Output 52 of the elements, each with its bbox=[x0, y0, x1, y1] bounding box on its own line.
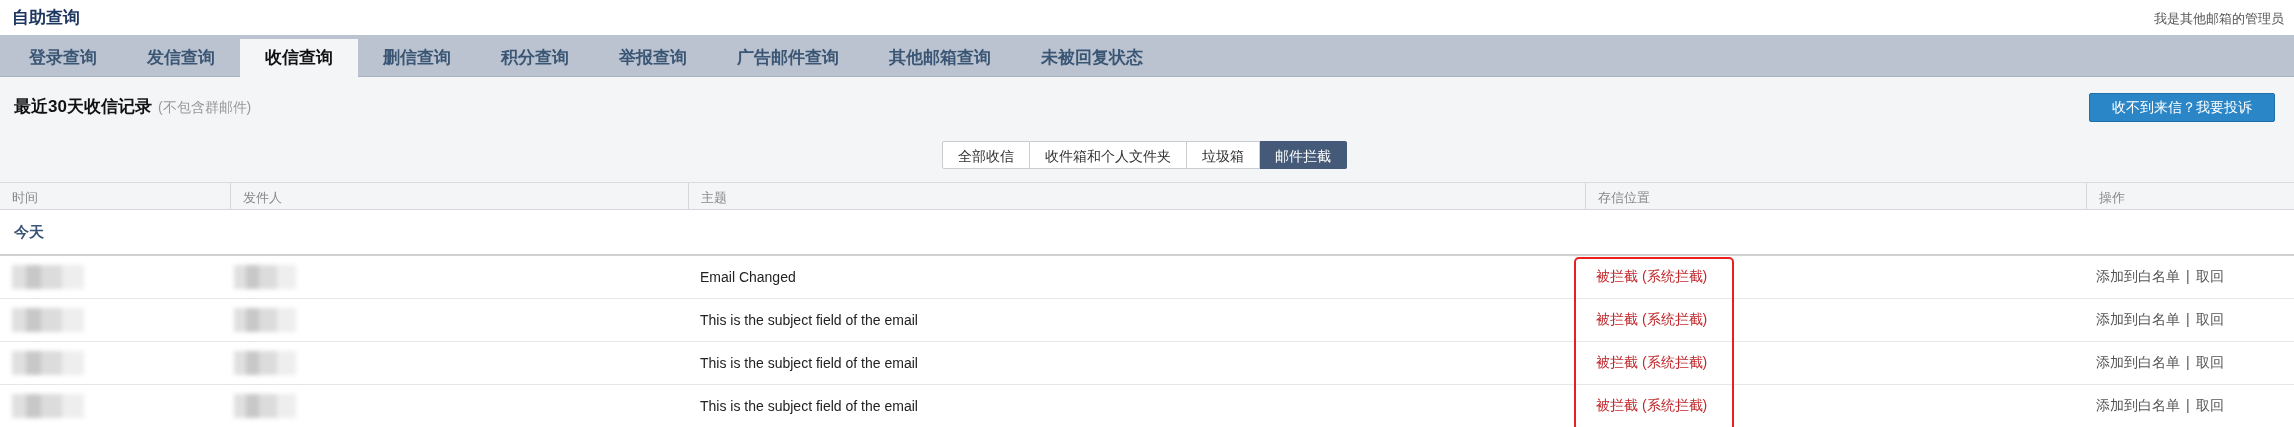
action-link[interactable]: 添加到白名单 bbox=[2096, 311, 2180, 329]
action-link[interactable]: 取回 bbox=[2195, 311, 2224, 329]
action-link[interactable]: 添加到白名单 bbox=[2096, 397, 2180, 415]
blurred-text bbox=[12, 351, 84, 375]
section-title: 最近30天收信记录 bbox=[14, 96, 152, 118]
tab[interactable]: 收信查询 bbox=[240, 39, 358, 77]
tab[interactable]: 删信查询 bbox=[358, 39, 476, 76]
tab[interactable]: 举报查询 bbox=[594, 39, 712, 76]
separator: | bbox=[2186, 397, 2190, 415]
storage-location: 被拦截 (系统拦截) bbox=[1595, 311, 1709, 329]
tab[interactable]: 登录查询 bbox=[4, 39, 122, 76]
tab[interactable]: 其他邮箱查询 bbox=[864, 39, 1016, 76]
page-title: 自助查询 bbox=[12, 7, 80, 29]
subject-text: This is the subject field of the email bbox=[699, 398, 919, 414]
action-link[interactable]: 取回 bbox=[2195, 397, 2224, 415]
column-header: 操作 bbox=[2086, 183, 2294, 209]
admin-link[interactable]: 我是其他邮箱的管理员 bbox=[2154, 10, 2284, 28]
tab[interactable]: 广告邮件查询 bbox=[712, 39, 864, 76]
blurred-text bbox=[234, 308, 296, 332]
subject-text: This is the subject field of the email bbox=[699, 355, 919, 371]
filter-tab[interactable]: 垃圾箱 bbox=[1187, 141, 1260, 169]
blurred-text bbox=[12, 308, 84, 332]
tab[interactable]: 未被回复状态 bbox=[1016, 39, 1168, 76]
tab[interactable]: 发信查询 bbox=[122, 39, 240, 76]
storage-location: 被拦截 (系统拦截) bbox=[1595, 397, 1709, 415]
filter-tab[interactable]: 全部收信 bbox=[942, 141, 1030, 169]
action-link[interactable]: 取回 bbox=[2195, 268, 2224, 286]
tab[interactable]: 积分查询 bbox=[476, 39, 594, 76]
blurred-text bbox=[234, 351, 296, 375]
blurred-text bbox=[234, 265, 296, 289]
column-header: 存信位置 bbox=[1585, 183, 2086, 209]
column-header: 时间 bbox=[11, 189, 39, 207]
action-link[interactable]: 添加到白名单 bbox=[2096, 268, 2180, 286]
blurred-text bbox=[234, 394, 296, 418]
subject-text: This is the subject field of the email bbox=[699, 312, 919, 328]
section-note: (不包含群邮件) bbox=[157, 99, 252, 117]
subject-text: Email Changed bbox=[699, 269, 797, 285]
storage-location: 被拦截 (系统拦截) bbox=[1595, 268, 1709, 286]
separator: | bbox=[2186, 268, 2190, 286]
group-header: 今天 bbox=[0, 210, 2294, 256]
blurred-text bbox=[12, 265, 84, 289]
separator: | bbox=[2186, 354, 2190, 372]
complain-button[interactable]: 收不到来信？我要投诉 bbox=[2089, 93, 2275, 122]
column-header: 发件人 bbox=[230, 183, 688, 209]
blurred-text bbox=[12, 394, 84, 418]
filter-tab[interactable]: 邮件拦截 bbox=[1260, 141, 1347, 169]
action-link[interactable]: 添加到白名单 bbox=[2096, 354, 2180, 372]
storage-location: 被拦截 (系统拦截) bbox=[1595, 354, 1709, 372]
separator: | bbox=[2186, 311, 2190, 329]
filter-tab[interactable]: 收件箱和个人文件夹 bbox=[1030, 141, 1187, 169]
action-link[interactable]: 取回 bbox=[2195, 354, 2224, 372]
column-header: 主题 bbox=[688, 183, 1585, 209]
